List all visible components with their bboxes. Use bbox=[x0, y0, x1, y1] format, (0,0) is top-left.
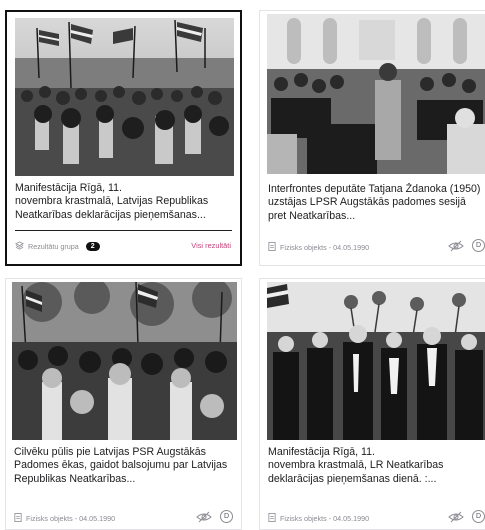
photo-crowd-parliament-image bbox=[12, 282, 237, 440]
card-meta: Fizisks objekts - 04.05.1990 bbox=[268, 513, 369, 524]
card-photo-session-hall[interactable] bbox=[267, 14, 485, 174]
card-title[interactable]: Cilvēku pūlis pie Latvijas PSR Augstākās… bbox=[14, 446, 233, 486]
result-group[interactable]: Rezultātu grupa 2 bbox=[14, 241, 100, 252]
photo-crowd-flags-image bbox=[15, 18, 234, 176]
hide-eye-icon[interactable] bbox=[196, 510, 212, 524]
digital-copy-label: D bbox=[472, 510, 485, 523]
card-photo-crowd-flags[interactable] bbox=[15, 18, 234, 176]
card-meta-text: Fizisks objekts - 04.05.1990 bbox=[280, 514, 370, 523]
result-group-label: Rezultātu grupa bbox=[28, 242, 79, 251]
result-group-count-badge: 2 bbox=[85, 242, 100, 251]
card-title[interactable]: Interfrontes deputāte Tatjana Ždanoka (1… bbox=[268, 183, 482, 223]
document-icon bbox=[268, 513, 276, 524]
card-title[interactable]: Manifestācija Rīgā, 11. novembra krastma… bbox=[268, 446, 482, 486]
hide-eye-icon[interactable] bbox=[448, 510, 464, 524]
photo-celebration-flowers-image bbox=[267, 282, 485, 440]
result-card-4[interactable]: Manifestācija Rīgā, 11. novembra krastma… bbox=[259, 278, 485, 530]
document-icon bbox=[14, 513, 22, 524]
photo-session-hall-image bbox=[267, 14, 485, 174]
digital-copy-button[interactable]: D bbox=[472, 510, 485, 523]
all-results-link[interactable]: Visi rezultāti bbox=[191, 241, 231, 250]
digital-copy-button[interactable]: D bbox=[472, 239, 485, 252]
result-card-2[interactable]: Interfrontes deputāte Tatjana Ždanoka (1… bbox=[259, 10, 485, 266]
card-meta: Fizisks objekts - 04.05.1990 bbox=[268, 242, 369, 253]
result-card-3[interactable]: Cilvēku pūlis pie Latvijas PSR Augstākās… bbox=[5, 278, 242, 530]
digital-copy-label: D bbox=[220, 510, 233, 523]
card-meta-text: Fizisks objekts - 04.05.1990 bbox=[280, 243, 370, 252]
card-meta-text: Fizisks objekts - 04.05.1990 bbox=[26, 514, 116, 523]
hide-eye-icon[interactable] bbox=[448, 239, 464, 253]
result-card-1[interactable]: Manifestācija Rīgā, 11. novembra krastma… bbox=[5, 10, 242, 266]
results-grid: Manifestācija Rīgā, 11. novembra krastma… bbox=[0, 0, 485, 530]
card-meta: Fizisks objekts - 04.05.1990 bbox=[14, 513, 115, 524]
digital-copy-button[interactable]: D bbox=[220, 510, 233, 523]
card-divider bbox=[15, 230, 232, 231]
card-title[interactable]: Manifestācija Rīgā, 11. novembra krastma… bbox=[15, 182, 232, 222]
card-photo-crowd-parliament[interactable] bbox=[12, 282, 237, 440]
document-icon bbox=[268, 242, 276, 253]
digital-copy-label: D bbox=[472, 239, 485, 252]
card-photo-celebration-flowers[interactable] bbox=[267, 282, 485, 440]
layers-icon bbox=[14, 241, 25, 252]
